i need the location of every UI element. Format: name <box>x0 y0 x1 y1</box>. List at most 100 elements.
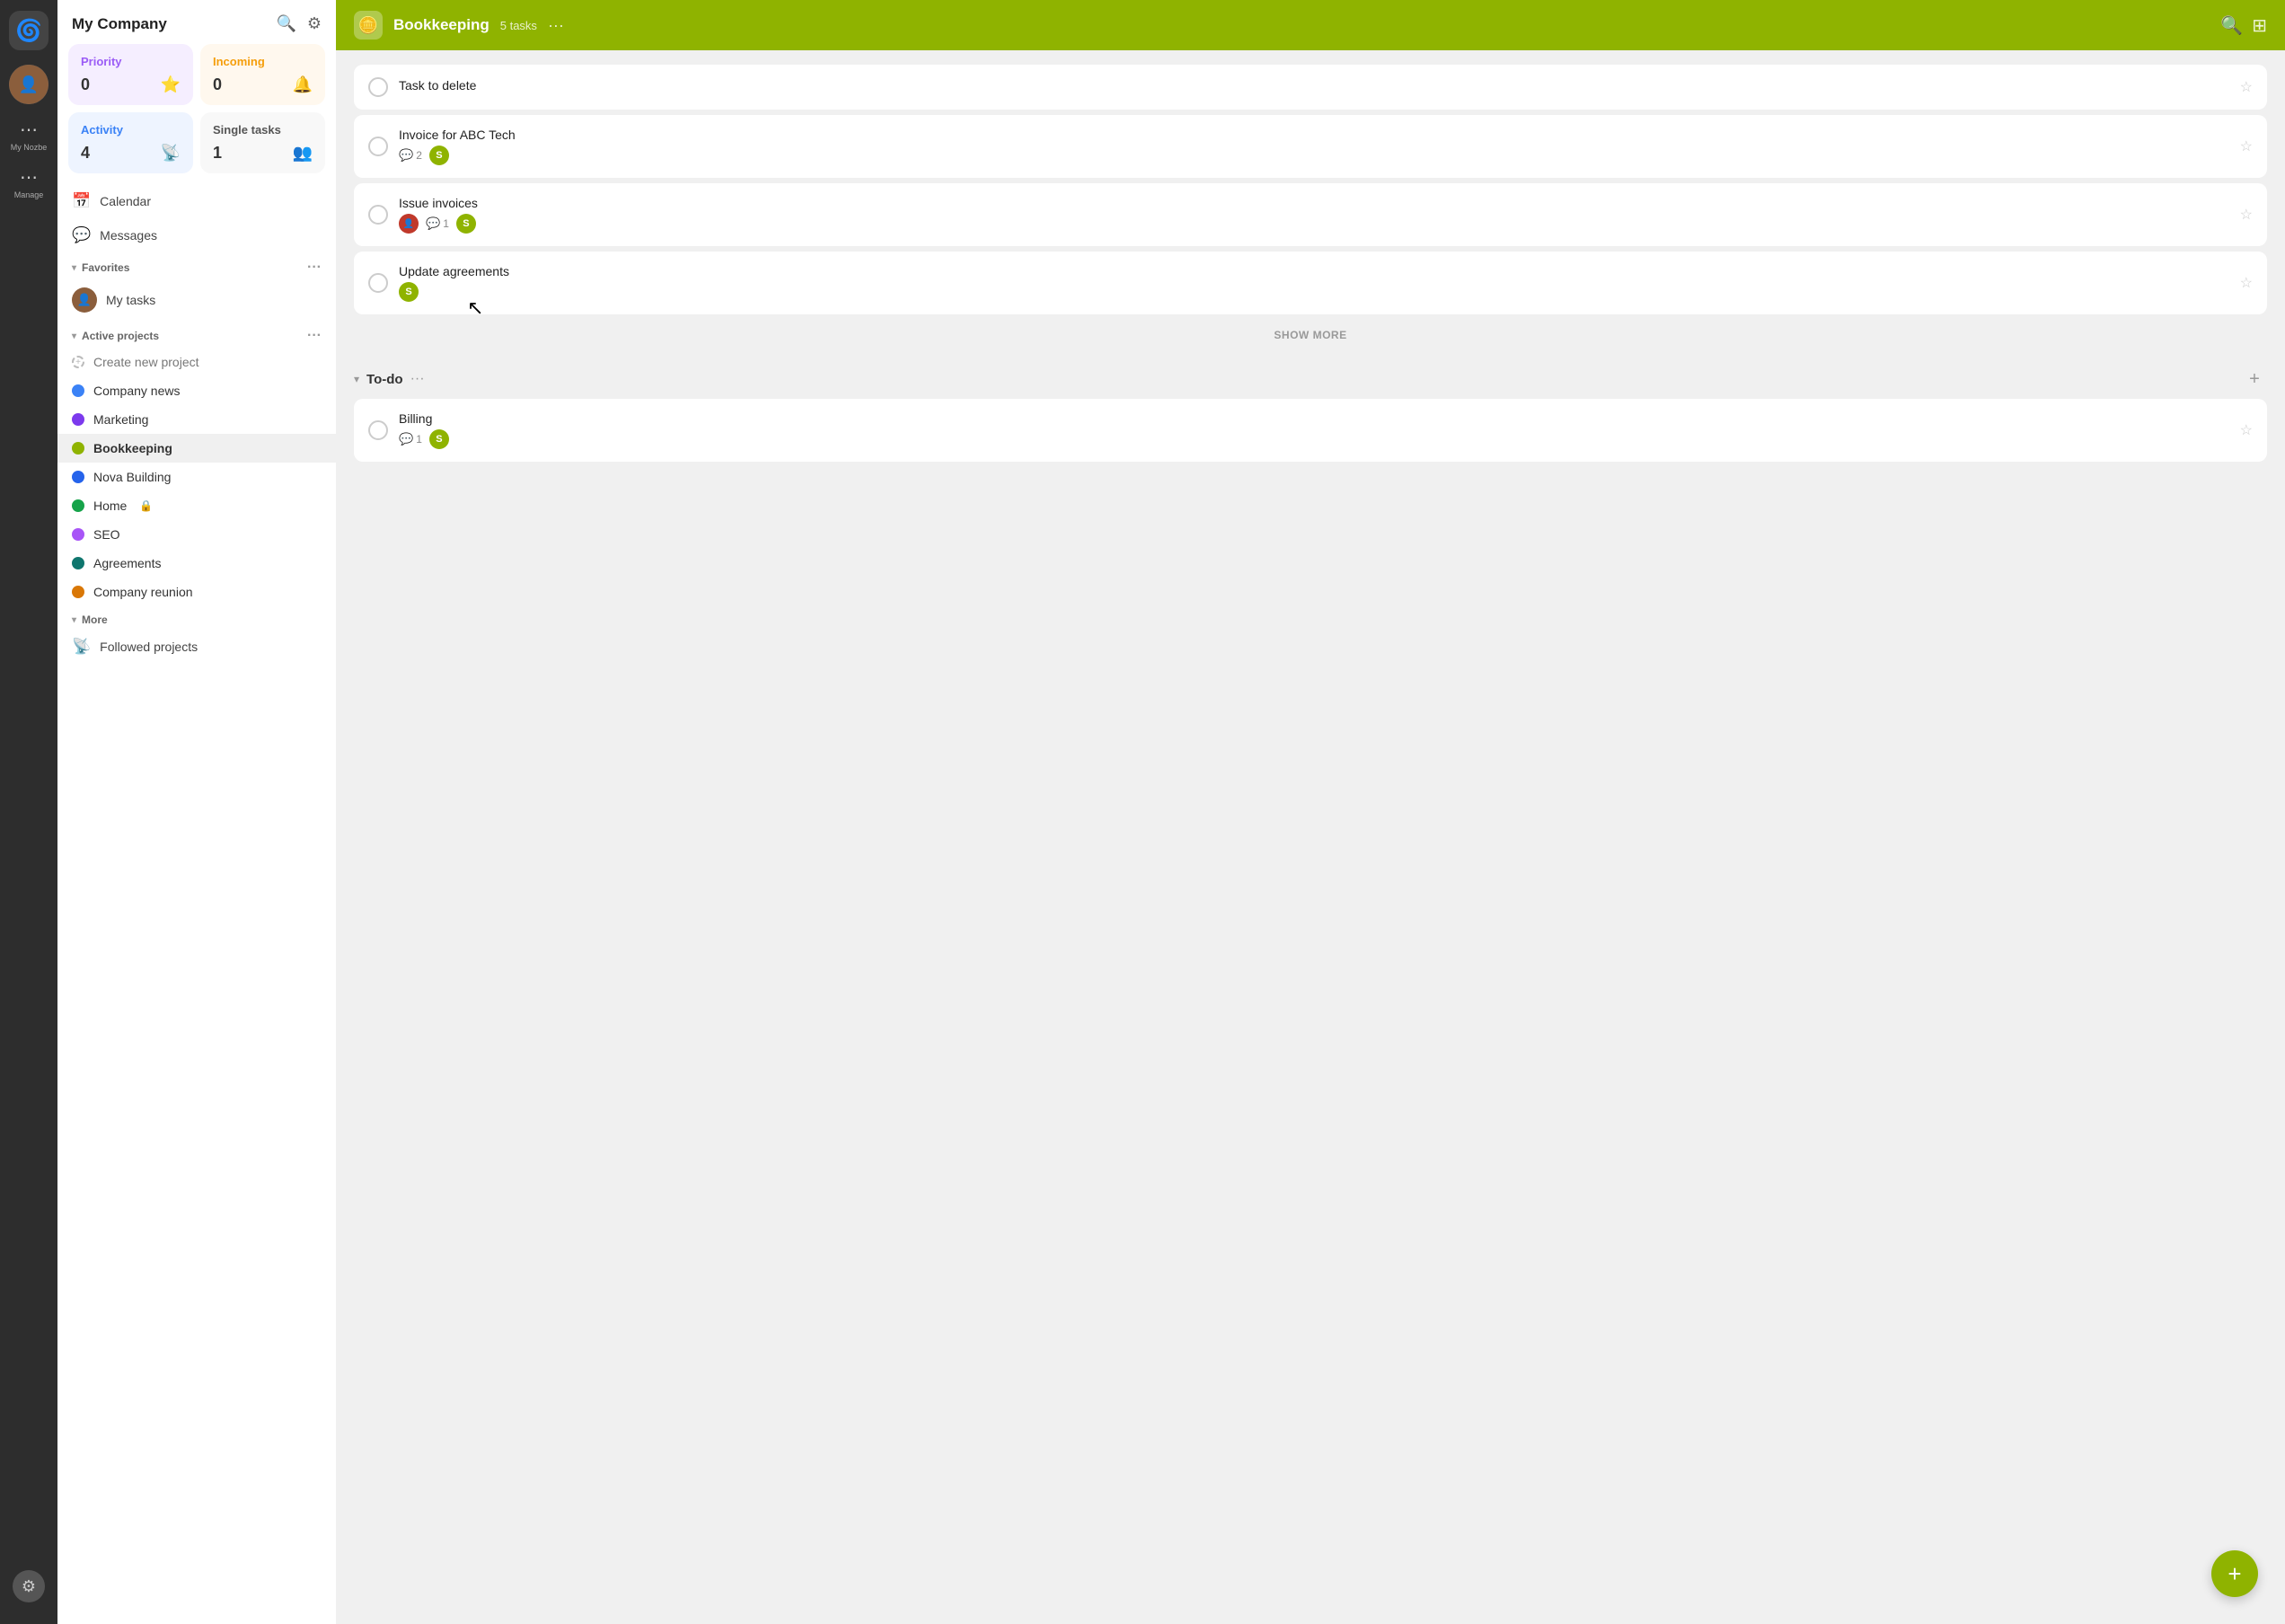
topbar-more-icon[interactable]: ··· <box>548 16 564 35</box>
project-item-seo[interactable]: SEO <box>57 520 336 549</box>
project-item-home[interactable]: Home 🔒 <box>57 491 336 520</box>
task-meta: 💬1 S <box>399 429 2229 449</box>
followed-projects-item[interactable]: 📡 Followed projects <box>57 630 336 664</box>
task-circle[interactable] <box>368 420 388 440</box>
more-section-label: More <box>82 613 108 626</box>
activity-label: Activity <box>81 123 181 137</box>
task-info: Update agreements S <box>399 264 2229 302</box>
show-more-button[interactable]: SHOW MORE <box>354 320 2267 350</box>
section-chevron-icon[interactable]: ▾ <box>354 373 359 385</box>
comment-icon: 💬 <box>399 432 413 446</box>
project-name-label: SEO <box>93 527 120 542</box>
project-dot <box>72 471 84 483</box>
rail-bottom: ⚙ <box>13 1570 45 1613</box>
task-star-button[interactable]: ☆ <box>2240 274 2253 292</box>
task-info: Issue invoices 👤💬1S <box>399 196 2229 234</box>
topbar-search-icon[interactable]: 🔍 <box>2220 14 2243 37</box>
task-card-t3[interactable]: Issue invoices 👤💬1S ☆ <box>354 183 2267 246</box>
project-dot <box>72 499 84 512</box>
project-name-label: Company reunion <box>93 585 193 599</box>
single-tasks-label: Single tasks <box>213 123 313 137</box>
followed-projects-icon: 📡 <box>72 638 91 656</box>
task-circle[interactable] <box>368 77 388 97</box>
task-star-button[interactable]: ☆ <box>2240 137 2253 155</box>
activity-card[interactable]: Activity 4 📡 <box>68 112 193 173</box>
priority-card[interactable]: Priority 0 ⭐ <box>68 44 193 105</box>
project-name-label: Company news <box>93 384 181 398</box>
topbar-right: 🔍 ⊞ <box>2220 14 2267 37</box>
sidebar-header: My Company 🔍 ⚙ <box>57 0 336 44</box>
task-title-label: Issue invoices <box>399 196 2229 210</box>
my-tasks-item[interactable]: 👤 My tasks <box>57 279 336 321</box>
project-item-company-news[interactable]: Company news <box>57 376 336 405</box>
project-name-label: Nova Building <box>93 470 171 484</box>
search-icon[interactable]: 🔍 <box>276 14 296 33</box>
active-projects-chevron-icon: ▾ <box>72 331 76 341</box>
my-nozbe-nav[interactable]: ⋯ My Nozbe <box>11 119 48 152</box>
section-add-button[interactable]: + <box>2242 366 2267 392</box>
task-star-button[interactable]: ☆ <box>2240 421 2253 439</box>
task-meta: 👤💬1S <box>399 214 2229 234</box>
priority-count: 0 <box>81 75 90 94</box>
section-header: ▾ To-do ··· + <box>354 361 2267 399</box>
lock-icon: 🔒 <box>139 499 153 512</box>
more-chevron-icon: ▾ <box>72 615 76 625</box>
activity-bottom: 4 📡 <box>81 144 181 163</box>
priority-label: Priority <box>81 55 181 68</box>
create-project-item[interactable]: + Create new project <box>57 348 336 376</box>
project-item-company-reunion[interactable]: Company reunion <box>57 578 336 606</box>
favorites-section-header[interactable]: ▾ Favorites ··· <box>57 252 336 279</box>
fab-add-button[interactable]: + <box>2211 1550 2258 1597</box>
assignee-badge: S <box>399 282 419 302</box>
project-dot <box>72 442 84 455</box>
user-avatar[interactable]: 👤 <box>9 65 49 104</box>
task-card-t5[interactable]: Billing 💬1S ☆ <box>354 399 2267 462</box>
task-star-button[interactable]: ☆ <box>2240 78 2253 96</box>
comment-badge: 💬1 <box>426 216 449 231</box>
calendar-icon: 📅 <box>72 192 91 210</box>
assignee-badge: S <box>429 429 449 449</box>
favorites-more-icon[interactable]: ··· <box>307 260 322 276</box>
single-tasks-card[interactable]: Single tasks 1 👥 <box>200 112 325 173</box>
section-menu-icon[interactable]: ··· <box>410 371 425 387</box>
priority-bottom: 0 ⭐ <box>81 75 181 94</box>
assignee-badge: S <box>429 146 449 165</box>
comment-badge: 💬1 <box>399 432 422 446</box>
task-section-1: ▾ To-do ··· + Billing 💬1S ☆ <box>354 361 2267 462</box>
project-item-agreements[interactable]: Agreements <box>57 549 336 578</box>
incoming-label: Incoming <box>213 55 313 68</box>
task-title-label: Task to delete <box>399 78 2229 93</box>
task-card-t4[interactable]: Update agreements S ☆ <box>354 252 2267 314</box>
manage-nav[interactable]: ⋯ Manage <box>14 166 44 199</box>
task-section-0: Task to delete ☆ Invoice for ABC Tech 💬2… <box>354 65 2267 350</box>
task-star-button[interactable]: ☆ <box>2240 206 2253 224</box>
incoming-card[interactable]: Incoming 0 🔔 <box>200 44 325 105</box>
messages-nav-item[interactable]: 💬 Messages <box>57 218 336 252</box>
sidebar: My Company 🔍 ⚙ Priority 0 ⭐ Incoming 0 🔔… <box>57 0 336 1624</box>
project-item-nova-building[interactable]: Nova Building <box>57 463 336 491</box>
comment-badge: 💬2 <box>399 148 422 163</box>
topbar: 🪙 Bookkeeping 5 tasks ··· 🔍 ⊞ <box>336 0 2285 50</box>
project-dot <box>72 384 84 397</box>
comment-icon: 💬 <box>426 216 440 231</box>
task-count-label: 5 tasks <box>500 19 537 32</box>
active-projects-section-header[interactable]: ▾ Active projects ··· <box>57 321 336 348</box>
app-logo[interactable]: 🌀 <box>9 11 49 50</box>
task-card-t1[interactable]: Task to delete ☆ <box>354 65 2267 110</box>
incoming-bottom: 0 🔔 <box>213 75 313 94</box>
project-item-bookkeeping[interactable]: Bookkeeping <box>57 434 336 463</box>
topbar-view-icon[interactable]: ⊞ <box>2252 14 2267 37</box>
task-card-t2[interactable]: Invoice for ABC Tech 💬2S ☆ <box>354 115 2267 178</box>
settings-gear-icon[interactable]: ⚙ <box>307 14 322 33</box>
settings-icon[interactable]: ⚙ <box>13 1570 45 1602</box>
favorites-chevron-icon: ▾ <box>72 263 76 273</box>
active-projects-more-icon[interactable]: ··· <box>307 328 322 344</box>
task-circle[interactable] <box>368 205 388 225</box>
task-circle[interactable] <box>368 273 388 293</box>
calendar-nav-item[interactable]: 📅 Calendar <box>57 184 336 218</box>
icon-rail: 🌀 👤 ⋯ My Nozbe ⋯ Manage ⚙ <box>0 0 57 1624</box>
incoming-bell-icon: 🔔 <box>293 75 313 94</box>
task-circle[interactable] <box>368 137 388 156</box>
more-section-header[interactable]: ▾ More <box>57 606 336 630</box>
project-item-marketing[interactable]: Marketing <box>57 405 336 434</box>
